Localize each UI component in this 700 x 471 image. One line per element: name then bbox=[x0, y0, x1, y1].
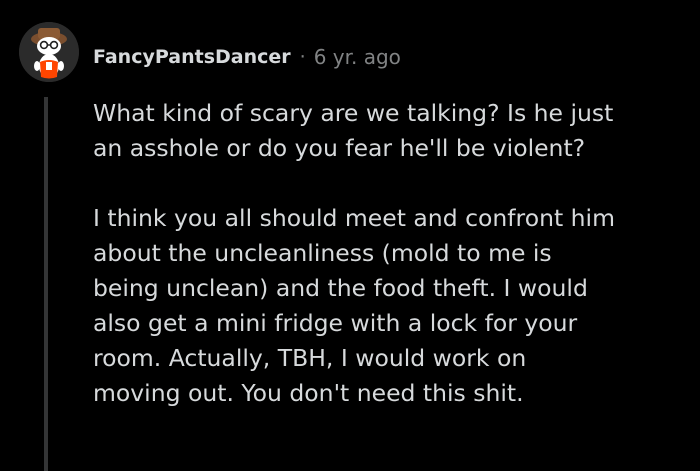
comment-paragraph: I think you all should meet and confront… bbox=[93, 201, 683, 411]
avatar[interactable] bbox=[19, 22, 79, 82]
comment-body: What kind of scary are we talking? Is he… bbox=[93, 96, 683, 411]
comment-line: also get a mini fridge with a lock for y… bbox=[93, 309, 578, 337]
comment-line: about the uncleanliness (mold to me is bbox=[93, 239, 552, 267]
comment-line: room. Actually, TBH, I would work on bbox=[93, 344, 527, 372]
snoo-avatar-icon bbox=[19, 22, 79, 82]
comment-line: an asshole or do you fear he'll be viole… bbox=[93, 134, 586, 162]
author-name[interactable]: FancyPantsDancer bbox=[93, 46, 291, 68]
comment-paragraph: What kind of scary are we talking? Is he… bbox=[93, 96, 683, 166]
comment-line: I think you all should meet and confront… bbox=[93, 204, 615, 232]
comment: FancyPantsDancer · 6 yr. ago What kind o… bbox=[0, 0, 700, 471]
timestamp[interactable]: 6 yr. ago bbox=[314, 45, 401, 69]
thread-collapse-line[interactable] bbox=[44, 97, 48, 471]
meta-separator: · bbox=[299, 46, 306, 68]
comment-line: moving out. You don't need this shit. bbox=[93, 379, 524, 407]
comment-line: What kind of scary are we talking? Is he… bbox=[93, 99, 614, 127]
comment-line: being unclean) and the food theft. I wou… bbox=[93, 274, 588, 302]
comment-meta: FancyPantsDancer · 6 yr. ago bbox=[93, 45, 401, 69]
